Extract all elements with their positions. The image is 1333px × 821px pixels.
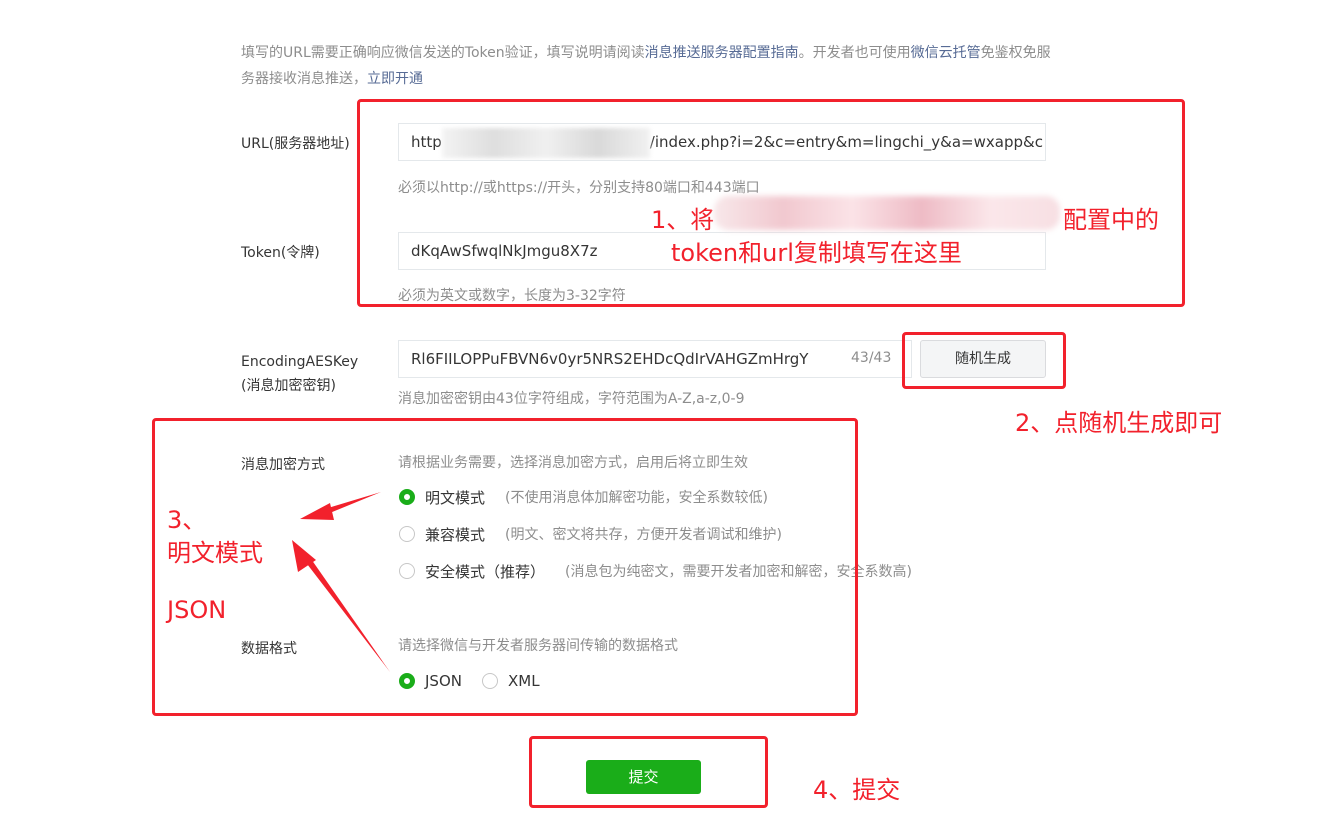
arrow-to-json-icon <box>292 540 390 672</box>
annotation-arrows <box>292 492 390 672</box>
arrow-to-plaintext-icon <box>300 492 381 520</box>
